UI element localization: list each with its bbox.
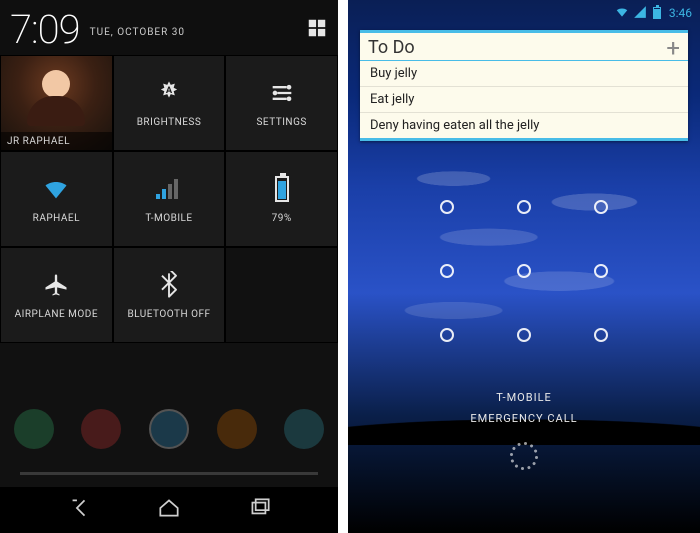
bluetooth-icon [155,271,183,299]
pattern-dot[interactable] [486,303,563,367]
battery-status-icon [653,7,661,19]
todo-item[interactable]: Buy jelly [360,61,688,86]
status-bar: 7:09 TUE, OCTOBER 30 [0,0,338,55]
dimmed-home-screen [0,343,338,487]
quick-settings-screen: 7:09 TUE, OCTOBER 30 JR RAPHAEL A BRIGHT… [0,0,338,533]
recents-button[interactable] [247,495,273,525]
carrier-label: T-MOBILE [348,391,700,404]
signal-status-icon [633,4,647,23]
clock-time: 7:09 [10,6,80,53]
todo-item[interactable]: Eat jelly [360,86,688,112]
todo-item[interactable]: Deny having eaten all the jelly [360,112,688,138]
pattern-dot[interactable] [486,239,563,303]
signal-icon [156,175,182,203]
tile-user[interactable]: JR RAPHAEL [0,55,113,151]
loading-spinner-icon [511,443,537,469]
back-button[interactable] [65,495,91,525]
tile-cellular-label: T-MOBILE [145,213,192,224]
navigation-bar [0,487,338,533]
svg-text:A: A [166,85,173,96]
home-button[interactable] [156,495,182,525]
airplane-icon [42,271,70,299]
tile-battery-label: 79% [272,213,292,224]
tile-cellular[interactable]: T-MOBILE [113,151,226,247]
todo-widget-title: To Do [368,37,666,58]
tile-empty [225,247,338,343]
tile-airplane[interactable]: AIRPLANE MODE [0,247,113,343]
battery-icon [275,175,289,203]
pattern-dot[interactable] [409,175,486,239]
wifi-icon [42,175,70,203]
tile-wifi-label: RAPHAEL [33,213,80,224]
pattern-dot[interactable] [409,239,486,303]
tile-airplane-label: AIRPLANE MODE [15,309,98,320]
tile-settings-label: SETTINGS [256,117,306,128]
clock-date: TUE, OCTOBER 30 [90,27,185,38]
tile-user-label: JR RAPHAEL [1,132,112,150]
quick-settings-grid: JR RAPHAEL A BRIGHTNESS SETTINGS RAPHAEL… [0,55,338,343]
status-bar: 3:46 [348,0,700,22]
wifi-status-icon [615,4,629,23]
emergency-call-button[interactable]: EMERGENCY CALL [348,412,700,425]
pattern-lock[interactable] [409,175,639,367]
pattern-dot[interactable] [562,239,639,303]
add-todo-icon[interactable]: + [666,38,680,58]
settings-icon [268,79,296,107]
todo-widget[interactable]: To Do + Buy jelly Eat jelly Deny having … [360,30,688,141]
pattern-dot[interactable] [486,175,563,239]
tile-bluetooth[interactable]: BLUETOOTH OFF [113,247,226,343]
status-time: 3:46 [669,6,692,20]
tile-brightness[interactable]: A BRIGHTNESS [113,55,226,151]
todo-list: Buy jelly Eat jelly Deny having eaten al… [360,61,688,138]
tile-battery[interactable]: 79% [225,151,338,247]
pattern-dot[interactable] [562,303,639,367]
pattern-dot[interactable] [562,175,639,239]
tile-wifi[interactable]: RAPHAEL [0,151,113,247]
tile-brightness-label: BRIGHTNESS [137,117,202,128]
quick-settings-toggle-icon[interactable] [306,17,328,43]
tile-bluetooth-label: BLUETOOTH OFF [127,309,210,320]
lock-screen: 3:46 To Do + Buy jelly Eat jelly Deny ha… [348,0,700,533]
pattern-dot[interactable] [409,303,486,367]
brightness-icon: A [155,79,183,107]
panel-drag-handle[interactable] [20,472,318,475]
tile-settings[interactable]: SETTINGS [225,55,338,151]
